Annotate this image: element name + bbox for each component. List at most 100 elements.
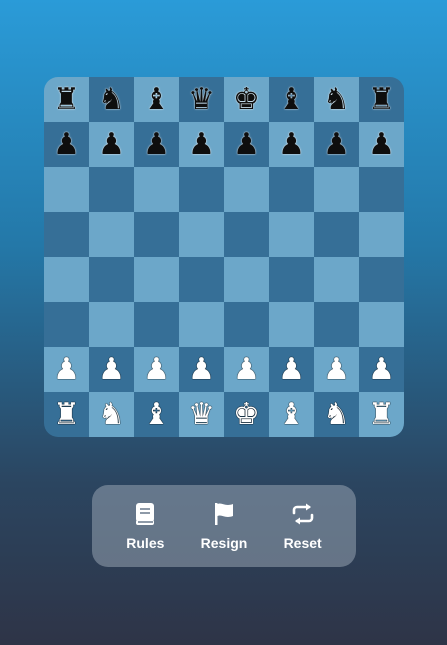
- white-piece[interactable]: ♟: [188, 354, 215, 385]
- square-g5[interactable]: [314, 212, 359, 257]
- square-b8[interactable]: ♞: [89, 77, 134, 122]
- square-c6[interactable]: [134, 167, 179, 212]
- black-piece[interactable]: ♟: [98, 129, 125, 160]
- reset-button[interactable]: Reset: [268, 501, 338, 551]
- white-piece[interactable]: ♟: [323, 354, 350, 385]
- square-f3[interactable]: [269, 302, 314, 347]
- square-h2[interactable]: ♟: [359, 347, 404, 392]
- square-d4[interactable]: [179, 257, 224, 302]
- square-d8[interactable]: ♛: [179, 77, 224, 122]
- square-e5[interactable]: [224, 212, 269, 257]
- square-e2[interactable]: ♟: [224, 347, 269, 392]
- black-piece[interactable]: ♜: [53, 84, 80, 115]
- square-g4[interactable]: [314, 257, 359, 302]
- rules-button[interactable]: Rules: [110, 501, 180, 551]
- square-e1[interactable]: ♚: [224, 392, 269, 437]
- square-h8[interactable]: ♜: [359, 77, 404, 122]
- square-h6[interactable]: [359, 167, 404, 212]
- square-d3[interactable]: [179, 302, 224, 347]
- square-g7[interactable]: ♟: [314, 122, 359, 167]
- chess-board: ♜ ♞ ♝ ♛ ♚ ♝ ♞ ♜ ♟ ♟ ♟ ♟ ♟ ♟ ♟ ♟ ♟ ♟ ♟ ♟ ♟ ♟ ♟ ♟ ♜ ♞ ♝ ♛ ♚ ♝ ♞ ♜: [44, 77, 404, 437]
- square-d6[interactable]: [179, 167, 224, 212]
- square-b7[interactable]: ♟: [89, 122, 134, 167]
- square-b4[interactable]: [89, 257, 134, 302]
- square-f8[interactable]: ♝: [269, 77, 314, 122]
- square-e8[interactable]: ♚: [224, 77, 269, 122]
- white-piece[interactable]: ♜: [368, 399, 395, 430]
- square-b2[interactable]: ♟: [89, 347, 134, 392]
- square-c2[interactable]: ♟: [134, 347, 179, 392]
- black-piece[interactable]: ♜: [368, 84, 395, 115]
- square-a1[interactable]: ♜: [44, 392, 89, 437]
- square-f2[interactable]: ♟: [269, 347, 314, 392]
- square-g6[interactable]: [314, 167, 359, 212]
- square-e3[interactable]: [224, 302, 269, 347]
- black-piece[interactable]: ♟: [188, 129, 215, 160]
- white-piece[interactable]: ♚: [233, 399, 260, 430]
- square-h3[interactable]: [359, 302, 404, 347]
- black-piece[interactable]: ♟: [233, 129, 260, 160]
- black-piece[interactable]: ♟: [323, 129, 350, 160]
- square-d5[interactable]: [179, 212, 224, 257]
- square-a3[interactable]: [44, 302, 89, 347]
- white-piece[interactable]: ♜: [53, 399, 80, 430]
- square-c4[interactable]: [134, 257, 179, 302]
- square-b5[interactable]: [89, 212, 134, 257]
- square-c8[interactable]: ♝: [134, 77, 179, 122]
- square-c3[interactable]: [134, 302, 179, 347]
- black-piece[interactable]: ♛: [188, 84, 215, 115]
- black-piece[interactable]: ♞: [323, 84, 350, 115]
- black-piece[interactable]: ♝: [143, 84, 170, 115]
- square-h7[interactable]: ♟: [359, 122, 404, 167]
- square-e4[interactable]: [224, 257, 269, 302]
- white-piece[interactable]: ♝: [143, 399, 170, 430]
- white-piece[interactable]: ♟: [53, 354, 80, 385]
- white-piece[interactable]: ♛: [188, 399, 215, 430]
- square-f5[interactable]: [269, 212, 314, 257]
- square-a4[interactable]: [44, 257, 89, 302]
- square-h4[interactable]: [359, 257, 404, 302]
- square-g8[interactable]: ♞: [314, 77, 359, 122]
- black-piece[interactable]: ♝: [278, 84, 305, 115]
- square-b3[interactable]: [89, 302, 134, 347]
- square-g2[interactable]: ♟: [314, 347, 359, 392]
- square-c1[interactable]: ♝: [134, 392, 179, 437]
- square-d2[interactable]: ♟: [179, 347, 224, 392]
- white-piece[interactable]: ♟: [98, 354, 125, 385]
- white-piece[interactable]: ♞: [323, 399, 350, 430]
- square-e7[interactable]: ♟: [224, 122, 269, 167]
- square-a7[interactable]: ♟: [44, 122, 89, 167]
- black-piece[interactable]: ♟: [143, 129, 170, 160]
- square-d1[interactable]: ♛: [179, 392, 224, 437]
- white-piece[interactable]: ♟: [143, 354, 170, 385]
- square-a2[interactable]: ♟: [44, 347, 89, 392]
- square-g1[interactable]: ♞: [314, 392, 359, 437]
- white-piece[interactable]: ♟: [233, 354, 260, 385]
- black-piece[interactable]: ♟: [53, 129, 80, 160]
- square-h1[interactable]: ♜: [359, 392, 404, 437]
- white-piece[interactable]: ♟: [368, 354, 395, 385]
- square-e6[interactable]: [224, 167, 269, 212]
- square-g3[interactable]: [314, 302, 359, 347]
- square-h5[interactable]: [359, 212, 404, 257]
- square-f6[interactable]: [269, 167, 314, 212]
- square-f7[interactable]: ♟: [269, 122, 314, 167]
- black-piece[interactable]: ♞: [98, 84, 125, 115]
- white-piece[interactable]: ♝: [278, 399, 305, 430]
- square-c7[interactable]: ♟: [134, 122, 179, 167]
- square-a8[interactable]: ♜: [44, 77, 89, 122]
- white-piece[interactable]: ♟: [278, 354, 305, 385]
- square-a5[interactable]: [44, 212, 89, 257]
- black-piece[interactable]: ♟: [368, 129, 395, 160]
- square-d7[interactable]: ♟: [179, 122, 224, 167]
- white-piece[interactable]: ♞: [98, 399, 125, 430]
- square-b1[interactable]: ♞: [89, 392, 134, 437]
- square-f4[interactable]: [269, 257, 314, 302]
- square-a6[interactable]: [44, 167, 89, 212]
- square-b6[interactable]: [89, 167, 134, 212]
- black-piece[interactable]: ♚: [233, 84, 260, 115]
- square-c5[interactable]: [134, 212, 179, 257]
- resign-button[interactable]: Resign: [189, 501, 259, 551]
- black-piece[interactable]: ♟: [278, 129, 305, 160]
- square-f1[interactable]: ♝: [269, 392, 314, 437]
